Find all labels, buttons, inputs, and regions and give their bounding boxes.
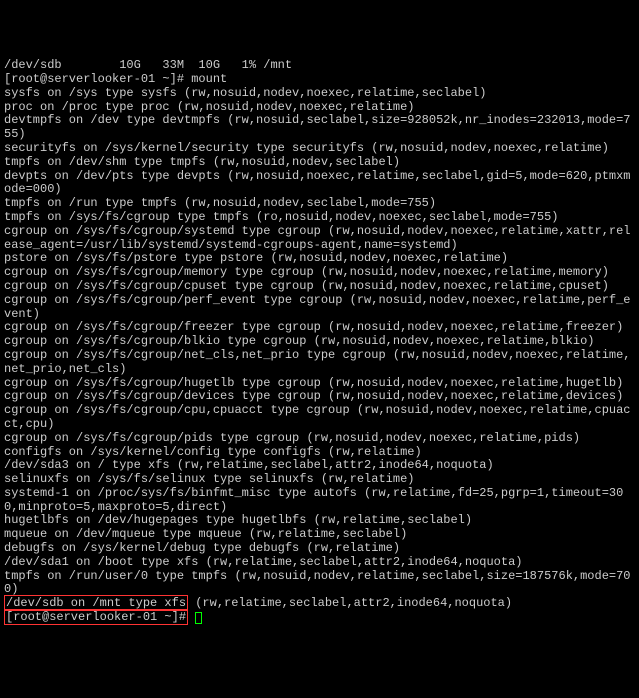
terminal-line: cgroup on /sys/fs/cgroup/perf_event type…	[4, 294, 635, 322]
terminal-line: tmpfs on /run type tmpfs (rw,nosuid,node…	[4, 197, 635, 211]
terminal-line: tmpfs on /run/user/0 type tmpfs (rw,nosu…	[4, 570, 635, 598]
terminal-line: [root@serverlooker-01 ~]# mount	[4, 73, 635, 87]
cursor-icon	[195, 612, 202, 624]
terminal-line: systemd-1 on /proc/sys/fs/binfmt_misc ty…	[4, 487, 635, 515]
terminal-line: cgroup on /sys/fs/cgroup/hugetlb type cg…	[4, 377, 635, 391]
terminal-line: cgroup on /sys/fs/cgroup/memory type cgr…	[4, 266, 635, 280]
terminal-line: mqueue on /dev/mqueue type mqueue (rw,re…	[4, 528, 635, 542]
terminal-output[interactable]: /dev/sdb 10G 33M 10G 1% /mnt[root@server…	[4, 59, 635, 625]
shell-prompt: [root@serverlooker-01 ~]#	[4, 609, 188, 625]
mount-options: (rw,relatime,seclabel,attr2,inode64,noqu…	[188, 596, 512, 610]
terminal-line: /dev/sda1 on /boot type xfs (rw,relatime…	[4, 556, 635, 570]
prompt-line[interactable]: [root@serverlooker-01 ~]#	[4, 611, 635, 625]
terminal-line: securityfs on /sys/kernel/security type …	[4, 142, 635, 156]
terminal-line: cgroup on /sys/fs/cgroup/net_cls,net_pri…	[4, 349, 635, 377]
terminal-line: /dev/sdb 10G 33M 10G 1% /mnt	[4, 59, 635, 73]
terminal-line: debugfs on /sys/kernel/debug type debugf…	[4, 542, 635, 556]
terminal-line: cgroup on /sys/fs/cgroup/pids type cgrou…	[4, 432, 635, 446]
terminal-line: devtmpfs on /dev type devtmpfs (rw,nosui…	[4, 114, 635, 142]
terminal-line: sysfs on /sys type sysfs (rw,nosuid,node…	[4, 87, 635, 101]
terminal-line: hugetlbfs on /dev/hugepages type hugetlb…	[4, 514, 635, 528]
terminal-line: cgroup on /sys/fs/cgroup/blkio type cgro…	[4, 335, 635, 349]
terminal-line: devpts on /dev/pts type devpts (rw,nosui…	[4, 170, 635, 198]
terminal-line: cgroup on /sys/fs/cgroup/cpuset type cgr…	[4, 280, 635, 294]
terminal-line: pstore on /sys/fs/pstore type pstore (rw…	[4, 252, 635, 266]
terminal-line: configfs on /sys/kernel/config type conf…	[4, 446, 635, 460]
terminal-line: tmpfs on /sys/fs/cgroup type tmpfs (ro,n…	[4, 211, 635, 225]
terminal-line: selinuxfs on /sys/fs/selinux type selinu…	[4, 473, 635, 487]
terminal-line: cgroup on /sys/fs/cgroup/cpu,cpuacct typ…	[4, 404, 635, 432]
terminal-line: tmpfs on /dev/shm type tmpfs (rw,nosuid,…	[4, 156, 635, 170]
terminal-line: proc on /proc type proc (rw,nosuid,nodev…	[4, 101, 635, 115]
terminal-line: /dev/sda3 on / type xfs (rw,relatime,sec…	[4, 459, 635, 473]
terminal-line: cgroup on /sys/fs/cgroup/systemd type cg…	[4, 225, 635, 253]
terminal-line: cgroup on /sys/fs/cgroup/devices type cg…	[4, 390, 635, 404]
terminal-line: cgroup on /sys/fs/cgroup/freezer type cg…	[4, 321, 635, 335]
